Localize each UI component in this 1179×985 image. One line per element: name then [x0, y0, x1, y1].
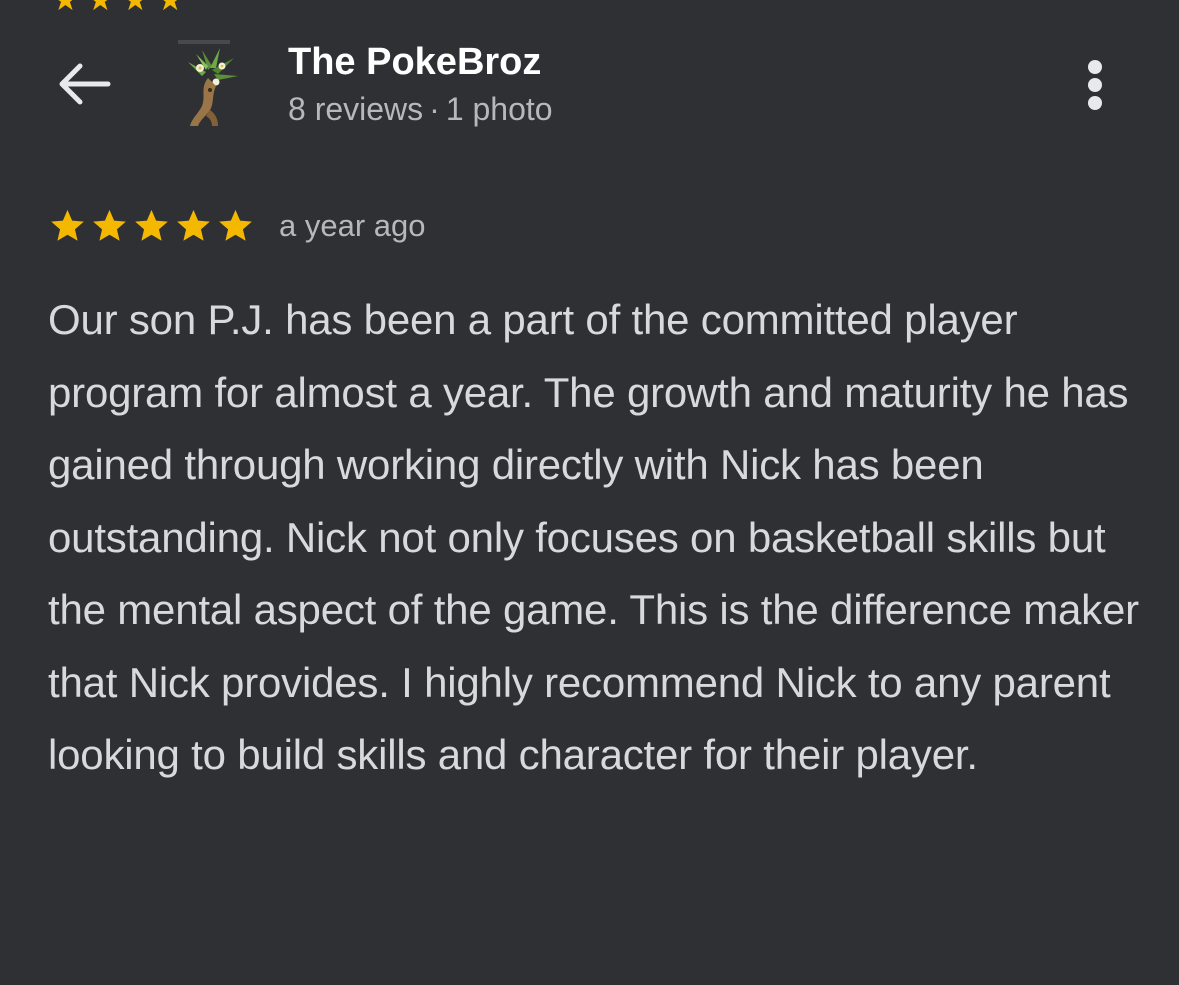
- review-rating-row: a year ago: [48, 204, 426, 248]
- business-stats: 8 reviews · 1 photo: [288, 90, 553, 128]
- app-header: The PokeBroz 8 reviews · 1 photo: [0, 0, 1179, 170]
- star-rating: [48, 207, 255, 245]
- stats-separator: ·: [429, 91, 440, 127]
- review-timestamp: a year ago: [279, 208, 426, 243]
- reviews-count[interactable]: 8 reviews: [288, 91, 423, 127]
- review-screen: ★ ★ ★ ★ The PokeBroz 8 reviews · 1 photo…: [0, 0, 1179, 985]
- star-icon: [219, 209, 252, 241]
- business-logo-icon: [178, 40, 238, 126]
- more-options-button[interactable]: [1074, 56, 1116, 116]
- star-icon: [93, 209, 126, 241]
- review-text: Our son P.J. has been a part of the comm…: [48, 296, 1139, 778]
- photos-count[interactable]: 1 photo: [446, 91, 553, 127]
- star-icon: [135, 209, 168, 241]
- business-avatar[interactable]: [172, 36, 244, 132]
- back-button[interactable]: [52, 56, 114, 112]
- star-icon: [177, 209, 210, 241]
- business-name: The PokeBroz: [288, 41, 542, 83]
- star-icon: [51, 209, 84, 241]
- arrow-left-icon: [59, 63, 111, 105]
